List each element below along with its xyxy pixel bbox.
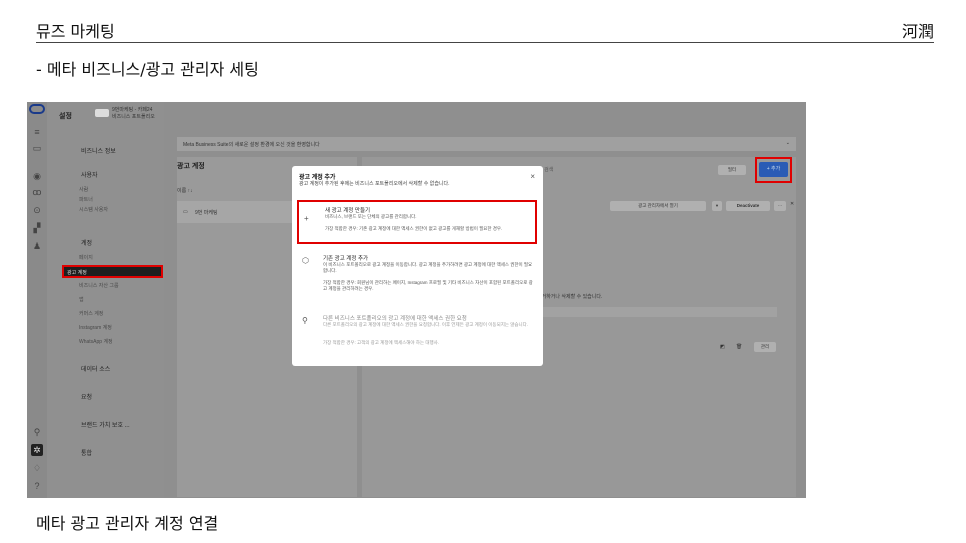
sidebar-item[interactable]: 브랜드 가치 보호 ... [81, 420, 130, 429]
option-title: 새 광고 계정 만들기 [325, 208, 371, 214]
manage-label: 관리 [760, 344, 770, 349]
remove-note: 제거하거나 삭제할 수 있습니다. [537, 294, 603, 300]
plus-icon: + [304, 214, 309, 223]
sidebar-item[interactable]: 요청 [81, 392, 92, 401]
sidebar-item[interactable]: 페이지 [79, 254, 93, 261]
sidebar-item[interactable]: 비즈니스 자산 그룹 [79, 282, 119, 289]
option-desc: 비즈니스, 브랜드 또는 단체의 광고를 관리합니다. [325, 214, 417, 219]
sidebar-item[interactable]: 계정 [81, 238, 92, 247]
search-icon[interactable]: ⚲ [31, 426, 43, 438]
chevron-down-icon[interactable]: ⌄ [786, 140, 790, 146]
doc-brand: 河潤 [901, 22, 934, 41]
filter-button[interactable]: 필터 [718, 165, 746, 175]
option-desc: 다른 포트폴리오의 광고 계정에 대한 액세스 권한을 요청합니다. 이후 언제… [323, 322, 529, 327]
sidebar-item-ad-accounts[interactable]: 광고 계정 [62, 265, 163, 278]
open-in-manager-button[interactable]: 광고 관리자에서 열기 [610, 201, 706, 211]
sidebar-item[interactable]: 앱 [79, 296, 84, 303]
doc-title: 뮤즈 마케팅 [36, 22, 115, 41]
dropdown-button[interactable]: ▾ [712, 201, 722, 211]
sidebar-item[interactable]: 커머스 계정 [79, 310, 103, 317]
add-label: + 추가 [766, 166, 781, 172]
account-name[interactable]: 9번마케팅 - 카페24 [112, 107, 152, 114]
settings-sidebar: 설정 9번마케팅 - 카페24 비즈니스 포트폴리오 [47, 102, 164, 498]
section-title: 광고 계정 [177, 163, 205, 170]
content-icon[interactable]: ⊙ [31, 204, 43, 216]
sidebar-item[interactable]: 사용자 [81, 170, 98, 179]
doc-caption: 메타 광고 관리자 계정 연결 [36, 514, 219, 533]
close-icon[interactable]: × [530, 172, 535, 181]
tag-icon: ⬡ [302, 256, 309, 265]
menu-icon[interactable]: ≡ [31, 126, 43, 138]
settings-icon[interactable]: ✲ [31, 444, 43, 456]
sidebar-item[interactable]: 데이터 소스 [81, 364, 110, 373]
meta-logo-icon [29, 104, 45, 114]
more-button[interactable]: ··· [774, 201, 786, 211]
sidebar-item[interactable]: 비즈니스 정보 [81, 146, 116, 155]
manage-button[interactable]: 관리 [754, 342, 776, 352]
option-desc-best: 가장 적합한 경우: 기존 광고 계정에 대한 액세스 권한이 없고 광고를 게… [325, 226, 503, 231]
settings-title: 설정 [59, 113, 72, 120]
meta-business-screenshot: ≡ ▭ ◉ ꝏ ⊙ ▞ ♟ ⚲ ✲ ♢ ? 설정 9번마케팅 - 카페24 비즈… [27, 102, 806, 498]
account-thumb [95, 109, 109, 117]
sidebar-item[interactable]: 통합 [81, 448, 92, 457]
option-request-access[interactable]: ⚲ 다른 비즈니스 포트폴리오의 광고 계정에 대한 액세스 권한 요청 다른 … [297, 312, 537, 358]
option-desc-best: 가장 적합한 경우: 회원님이 관리하는 페이지, Instagram 프로필 … [323, 280, 533, 291]
trash-icon[interactable]: 🗑 [736, 344, 742, 350]
deactivate-button[interactable]: Deactivate [726, 201, 770, 211]
info-field [537, 307, 777, 317]
edit-icon[interactable]: ◩ [720, 344, 725, 350]
sidebar-item-label: 광고 계정 [67, 270, 87, 276]
key-icon: ⚲ [302, 316, 308, 325]
option-title: 다른 비즈니스 포트폴리오의 광고 계정에 대한 액세스 권한 요청 [323, 316, 467, 322]
help-icon[interactable]: ? [31, 480, 43, 492]
welcome-banner: Meta Business Suite의 새로운 설정 환경에 오신 것을 환영… [177, 137, 796, 151]
icon-rail: ≡ ▭ ◉ ꝏ ⊙ ▞ ♟ ⚲ ✲ ♢ ? [27, 102, 47, 498]
modal-subtitle: 광고 계정이 추가된 후에는 비즈니스 포트폴리오에서 삭제할 수 없습니다. [299, 181, 450, 187]
option-create-new[interactable]: + 새 광고 계정 만들기 비즈니스, 브랜드 또는 단체의 광고를 관리합니다… [297, 200, 537, 244]
sidebar-item[interactable]: 사람 [79, 186, 88, 193]
banner-text: Meta Business Suite의 새로운 설정 환경에 오신 것을 환영… [183, 142, 320, 148]
deactivate-label: Deactivate [736, 203, 760, 208]
add-ad-account-modal: 광고 계정 추가 광고 계정이 추가된 후에는 비즈니스 포트폴리오에서 삭제할… [292, 166, 543, 366]
option-desc-best: 가장 적합한 경우: 고객의 광고 계정에 액세스해야 하는 대행사. [323, 340, 440, 345]
add-button[interactable]: + 추가 [759, 162, 788, 177]
sidebar-item[interactable]: 시스템 사용자 [79, 206, 108, 213]
close-icon[interactable]: ✕ [790, 201, 794, 207]
filter-label: 필터 [727, 167, 737, 172]
doc-subtitle: - 메타 비즈니스/광고 관리자 세팅 [36, 60, 259, 79]
option-desc: 이 비즈니스 포트폴리오로 광고 계정을 이동합니다. 광고 계정을 추가하려면… [323, 262, 533, 273]
audience-icon[interactable]: ꝏ [31, 186, 43, 198]
ad-account-icon: ▭ [183, 209, 188, 215]
account-icon[interactable]: ▭ [31, 142, 43, 154]
sort-label[interactable]: 이름 ↑↓ [177, 187, 193, 194]
sidebar-item[interactable]: Instagram 계정 [79, 324, 112, 331]
option-title: 기존 광고 계정 추가 [323, 256, 369, 262]
sidebar-item[interactable]: WhatsApp 계정 [79, 338, 113, 345]
ads-icon[interactable]: ▞ [31, 222, 43, 234]
open-manager-label: 광고 관리자에서 열기 [638, 203, 678, 208]
notifications-icon[interactable]: ♢ [31, 462, 43, 474]
option-add-existing[interactable]: ⬡ 기존 광고 계정 추가 이 비즈니스 포트폴리오로 광고 계정을 이동합니다… [297, 252, 537, 302]
sidebar-item[interactable]: 파트너 [79, 196, 93, 203]
document-header: 뮤즈 마케팅 河潤 [36, 14, 934, 43]
account-type: 비즈니스 포트폴리오 [112, 114, 155, 120]
people-icon[interactable]: ♟ [31, 240, 43, 252]
overview-icon[interactable]: ◉ [31, 170, 43, 182]
list-item-label: 9번 마케팅 [195, 210, 218, 216]
